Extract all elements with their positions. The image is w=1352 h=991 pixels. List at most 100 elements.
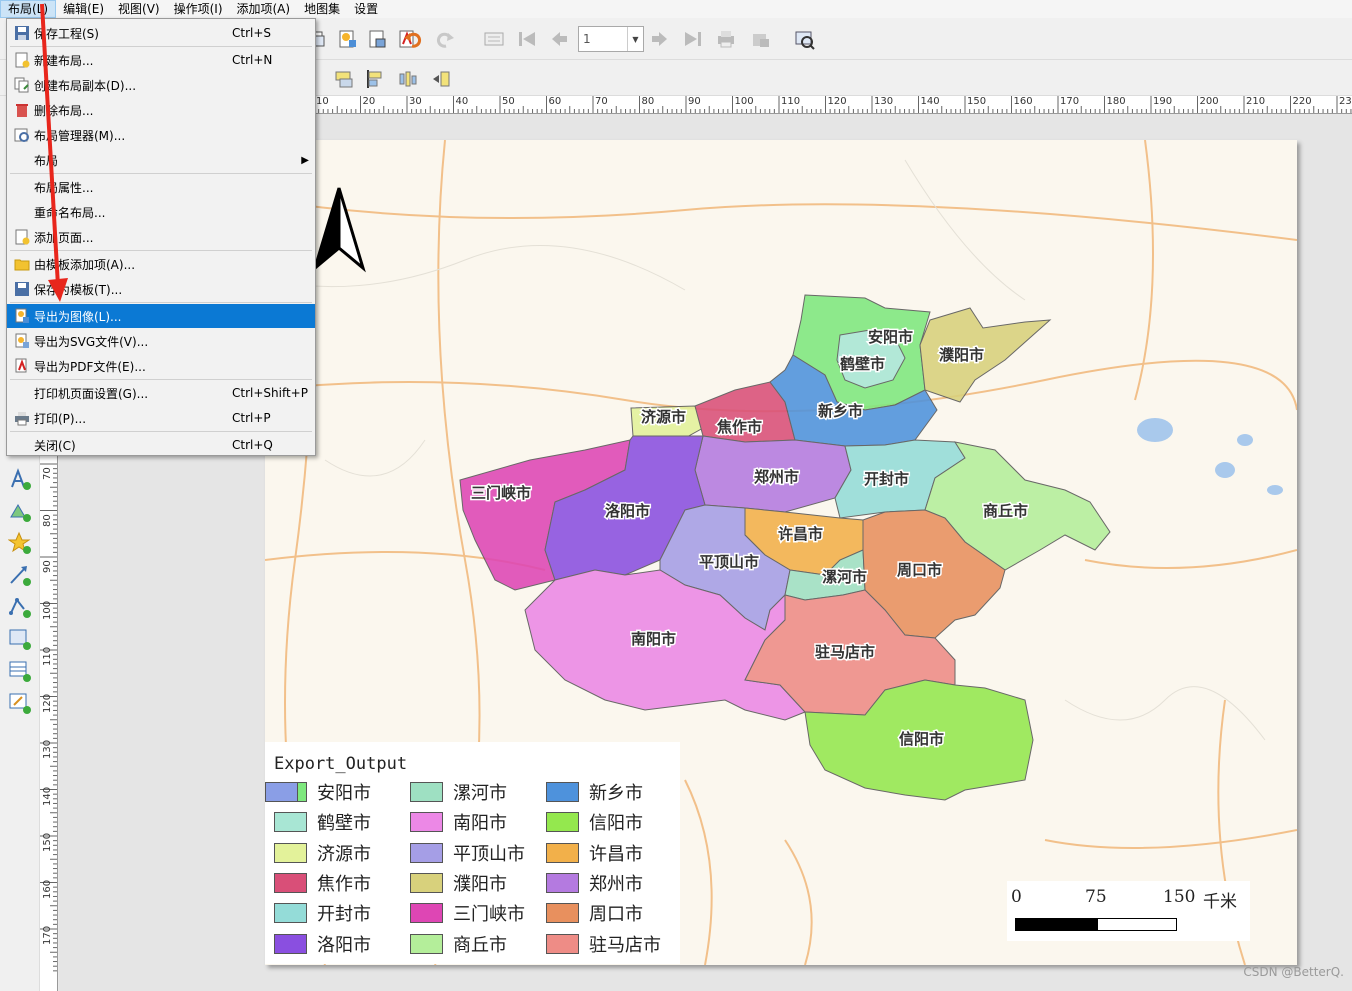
basemap-water [1137,418,1283,495]
ruler-label: 220 [1292,96,1312,107]
next-feature-icon[interactable] [647,26,673,52]
export-image-icon[interactable] [334,26,360,52]
add-node-item-icon[interactable] [7,594,33,620]
legend-swatch [410,933,443,954]
add-fixed-table-icon[interactable] [7,690,33,716]
atlas-toolbar-icon[interactable] [481,26,507,52]
legend-label: 濮阳市 [453,873,507,895]
ruler-label: 110 [42,646,53,666]
add-marker-icon[interactable] [7,530,33,556]
city-label-shangqiu: 商丘市 [983,502,1028,520]
ruler-label: 50 [502,96,515,107]
legend-swatch [274,903,307,924]
scale-bar[interactable]: 0 75 150 千米 [1007,881,1250,941]
menu-add-item[interactable]: 添加项(A) [230,0,298,18]
legend-label: 鹤壁市 [317,813,371,835]
menu-item-shortcut: Ctrl+Q [232,438,273,452]
menu-item[interactable]: 导出为SVG文件(V)... [7,329,315,353]
add-arrow-icon[interactable] [7,562,33,588]
ruler-label: 200 [1199,96,1219,107]
previous-feature-icon[interactable] [546,26,572,52]
legend-entry: 新乡市 [546,781,643,804]
legend-swatch [410,903,443,924]
ruler-label: 90 [688,96,701,107]
ruler-label: 150 [42,832,53,852]
legend-entry: 济源市 [274,842,371,865]
scale-label-75: 75 [1085,887,1107,907]
menu-settings[interactable]: 设置 [347,0,385,18]
city-label-xinyang: 信阳市 [899,730,944,748]
ruler-label: 60 [548,96,562,107]
menu-separator [10,431,312,432]
legend-swatch [546,872,579,893]
ruler-label: 40 [455,96,469,107]
ruler-label: 130 [874,96,894,107]
annotation-arrow [40,3,68,302]
menu-item[interactable]: 导出为PDF文件(E)... [7,354,315,378]
print-atlas-icon[interactable] [713,26,739,52]
ruler-label: 170 [42,925,53,945]
menu-items[interactable]: 操作项(I) [167,0,230,18]
ruler-label: 110 [781,96,801,107]
add-shape-icon[interactable] [7,498,33,524]
align-left-icon[interactable] [363,66,389,92]
menu-item-label: 导出为PDF文件(E)... [34,359,146,374]
legend-swatch [546,812,579,833]
north-arrow[interactable] [312,187,366,273]
add-label-icon[interactable] [7,466,33,492]
add-attribute-table-icon[interactable] [7,658,33,684]
menu-view[interactable]: 视图(V) [111,0,167,18]
redo-icon[interactable] [432,26,458,52]
ruler-label: 80 [42,513,53,527]
add-html-icon[interactable] [7,626,33,652]
city-label-hebi: 鹤壁市 [840,355,885,373]
chevron-down-icon[interactable]: ▼ [627,27,643,51]
legend-label: 许昌市 [589,843,643,865]
page-number-combobox[interactable]: 1 ▼ [578,26,644,52]
legend-swatch [410,812,443,833]
legend-entry: 信阳市 [546,811,643,834]
menu-item-shortcut: Ctrl+N [232,53,273,67]
city-label-puyang: 濮阳市 [939,346,984,364]
legend-swatch [410,782,443,802]
city-label-jiaozuo: 焦作市 [716,418,762,436]
page-number-value: 1 [583,32,591,46]
city-label-anyang: 安阳市 [868,328,913,346]
ruler-label: 120 [42,693,53,713]
legend-entry: 洛阳市 [274,933,371,956]
legend-label: 三门峡市 [453,904,525,926]
menu-item-label: 打印机页面设置(G)... [34,386,149,401]
scale-label-0: 0 [1011,887,1022,907]
raise-items-icon[interactable] [331,66,357,92]
first-feature-icon[interactable] [514,26,540,52]
legend-swatch [274,812,307,833]
legend-title: Export_Output [274,754,408,774]
legend-entry: 开封市 [274,902,371,925]
last-feature-icon[interactable] [680,26,706,52]
menu-atlas[interactable]: 地图集 [297,0,347,18]
ruler-label: 90 [42,560,53,573]
export-svg-icon[interactable] [364,26,390,52]
export-pdf-icon [14,358,30,374]
legend-item[interactable]: Export_Output 安阳市 鹤壁市 济源市 焦作市 开封市 洛阳市 漯河市 南阳市 平顶… [265,742,680,964]
undo-icon[interactable] [400,26,426,52]
resize-icon[interactable] [428,66,454,92]
city-label-zhumadian: 驻马店市 [815,643,875,661]
legend-entry: 焦作市 [274,872,371,895]
ruler-label: 10 [316,96,329,107]
distribute-icon[interactable] [395,66,421,92]
legend-entry [265,781,308,803]
menu-item[interactable]: 打印(P)... Ctrl+P [7,406,315,430]
atlas-settings-icon[interactable] [791,26,817,52]
menu-item[interactable]: 打印机页面设置(G)... Ctrl+Shift+P [7,381,315,405]
legend-label: 焦作市 [317,873,371,895]
export-atlas-icon[interactable] [748,26,774,52]
print-icon [14,410,30,426]
legend-swatch [274,872,307,893]
legend-swatch [546,842,579,863]
legend-entry: 三门峡市 [410,902,525,926]
legend-label: 郑州市 [589,873,643,895]
legend-entry: 许昌市 [546,842,643,865]
legend-label: 周口市 [589,904,643,926]
menu-item[interactable]: 关闭(C) Ctrl+Q [7,433,315,457]
